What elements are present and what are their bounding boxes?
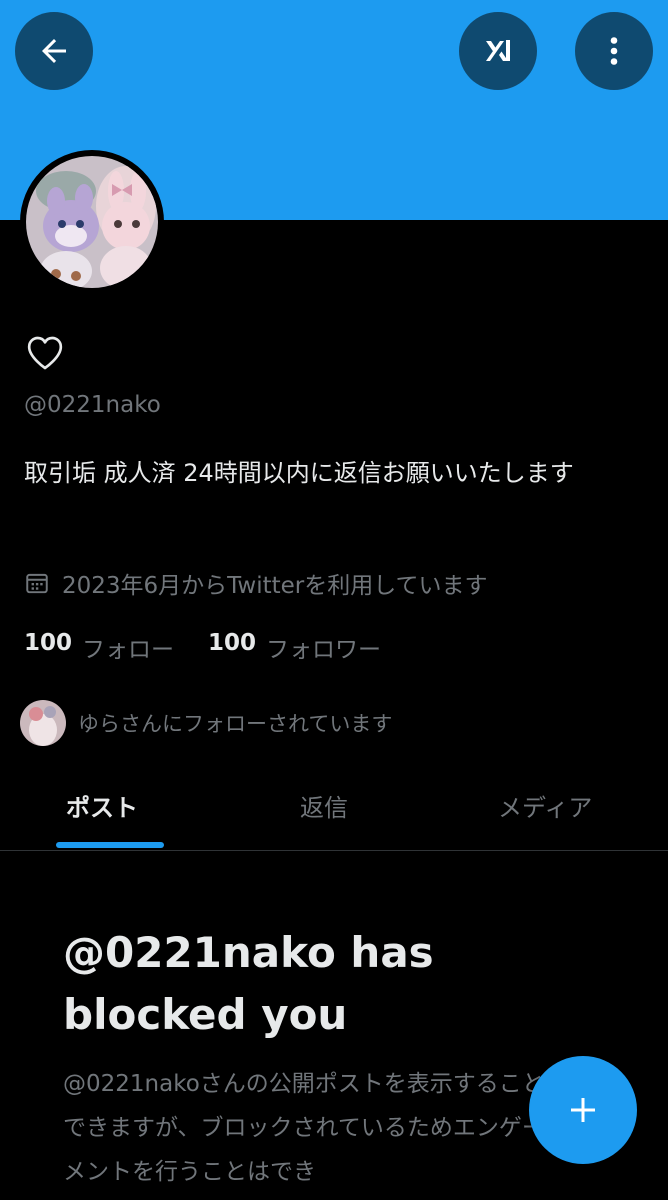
grok-icon: [486, 40, 510, 61]
grok-button[interactable]: [459, 12, 537, 90]
back-arrow-icon: [42, 39, 66, 63]
following-link[interactable]: 100 フォロー: [24, 630, 174, 664]
profile-bio: 取引垢 成人済 24時間以内に返信お願いいたします: [24, 459, 574, 487]
tab-replies[interactable]: 返信: [300, 788, 348, 823]
blocked-title: @0221nako has blocked you: [63, 928, 434, 1039]
back-button[interactable]: [15, 12, 93, 90]
followed-by[interactable]: ゆらさんにフォローされています: [20, 700, 392, 746]
follow-counts: 100 フォロー 100 フォロワー: [24, 630, 415, 664]
follower-avatar: [20, 700, 66, 746]
avatar-image: [26, 156, 158, 288]
following-count: 100: [24, 630, 73, 656]
joined-text: 2023年6月からTwitterを利用しています: [62, 573, 488, 599]
tab-posts[interactable]: ポスト: [66, 788, 138, 823]
following-label: フォロー: [82, 637, 175, 663]
blocked-description: @0221nakoさんの公開ポストを表示することはできますが、ブロックされている…: [63, 1071, 568, 1185]
calendar-icon: [26, 573, 48, 594]
profile-tabs: ポスト 返信 メディア: [0, 760, 668, 851]
tab-media[interactable]: メディア: [498, 788, 592, 823]
active-tab-indicator: [56, 842, 164, 848]
followers-link[interactable]: 100 フォロワー: [208, 630, 381, 664]
joined-date: 2023年6月からTwitterを利用しています: [24, 566, 488, 600]
more-vertical-icon: [610, 37, 618, 65]
profile-avatar[interactable]: [20, 150, 164, 294]
more-options-button[interactable]: [575, 12, 653, 90]
plus-icon: [571, 1098, 595, 1122]
followers-count: 100: [208, 630, 257, 656]
followers-label: フォロワー: [266, 637, 382, 663]
followed-by-text: ゆらさんにフォローされています: [78, 712, 393, 736]
heart-icon: [27, 336, 63, 370]
profile-handle: @0221nako: [24, 392, 161, 418]
compose-button[interactable]: [529, 1056, 637, 1164]
